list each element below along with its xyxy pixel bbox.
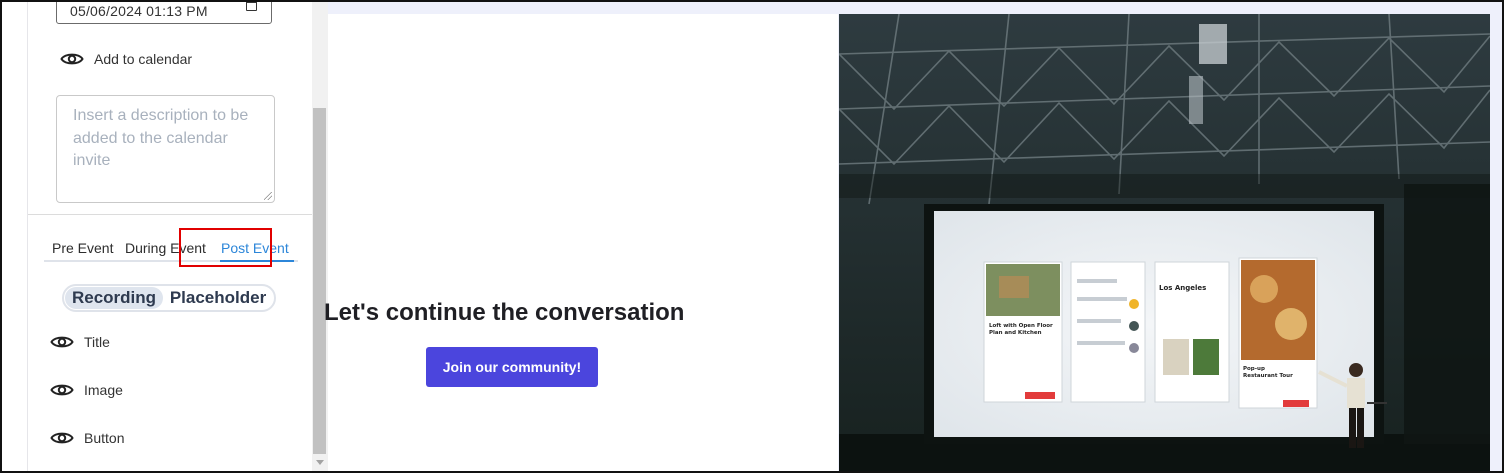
preview-headline: Let's continue the conversation bbox=[324, 299, 685, 326]
svg-text:Plan and Kitchen: Plan and Kitchen bbox=[989, 330, 1042, 336]
segment-placeholder[interactable]: Placeholder bbox=[163, 287, 273, 309]
preview-event-photo: Loft with Open Floor Plan and Kitchen Lo… bbox=[839, 14, 1490, 471]
eye-icon[interactable] bbox=[50, 334, 74, 350]
calendar-icon[interactable] bbox=[246, 0, 257, 11]
scrollbar-thumb[interactable] bbox=[313, 108, 326, 454]
add-to-calendar-toggle[interactable]: Add to calendar bbox=[60, 51, 192, 67]
description-placeholder: Insert a description to be added to the … bbox=[73, 107, 249, 169]
eye-icon[interactable] bbox=[50, 382, 74, 398]
left-edge-strip bbox=[2, 2, 28, 471]
button-toggle[interactable]: Button bbox=[50, 430, 124, 446]
datetime-field[interactable]: 05/06/2024 01:13 PM bbox=[56, 0, 272, 24]
title-toggle-label: Title bbox=[84, 334, 110, 350]
preview-content-card bbox=[328, 14, 838, 471]
recording-placeholder-switch: Recording Placeholder bbox=[62, 284, 276, 312]
eye-icon[interactable] bbox=[50, 430, 74, 446]
resize-handle[interactable] bbox=[264, 192, 272, 200]
scroll-down-arrow-icon[interactable] bbox=[316, 460, 324, 465]
svg-text:Restaurant Tour: Restaurant Tour bbox=[1243, 373, 1293, 379]
segment-recording[interactable]: Recording bbox=[65, 287, 163, 309]
calendar-description-textarea[interactable]: Insert a description to be added to the … bbox=[56, 95, 275, 203]
svg-text:Loft with Open Floor: Loft with Open Floor bbox=[989, 323, 1053, 329]
title-toggle[interactable]: Title bbox=[50, 334, 110, 350]
button-toggle-label: Button bbox=[84, 430, 125, 446]
section-divider bbox=[28, 214, 312, 215]
svg-text:Los Angeles: Los Angeles bbox=[1159, 284, 1206, 292]
panel-scrollbar[interactable] bbox=[312, 2, 328, 471]
image-toggle-label: Image bbox=[84, 382, 123, 398]
add-to-calendar-label: Add to calendar bbox=[94, 51, 193, 67]
image-toggle[interactable]: Image bbox=[50, 382, 123, 398]
eye-icon[interactable] bbox=[60, 51, 84, 67]
post-event-highlight bbox=[179, 228, 272, 267]
tab-pre-event[interactable]: Pre Event bbox=[52, 240, 113, 256]
join-community-button[interactable]: Join our community! bbox=[426, 347, 598, 387]
datetime-value: 05/06/2024 01:13 PM bbox=[70, 3, 208, 19]
svg-text:Pop-up: Pop-up bbox=[1243, 366, 1265, 372]
